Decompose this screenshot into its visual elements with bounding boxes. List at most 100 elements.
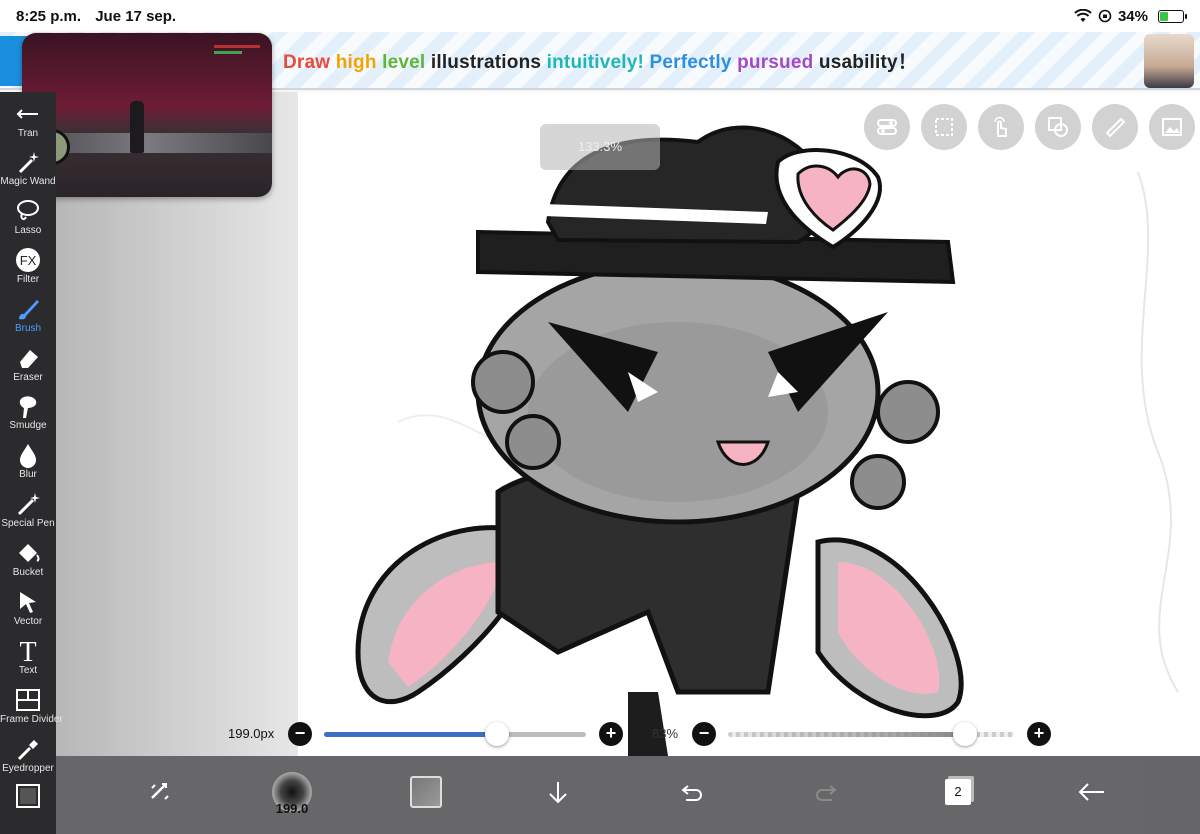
image-button[interactable] xyxy=(1149,104,1195,150)
tool-lasso[interactable]: Lasso xyxy=(0,197,56,245)
game-hud xyxy=(214,41,260,61)
tool-blur[interactable]: Blur xyxy=(0,441,56,489)
banner-segment: illustrations xyxy=(430,51,547,73)
opacity-increase-button[interactable]: + xyxy=(1027,722,1051,746)
zoom-level-overlay: 133.3% xyxy=(540,124,660,170)
tool-label: Text xyxy=(18,665,38,676)
banner-segment: intuitively! xyxy=(546,51,650,73)
swap-icon xyxy=(151,783,169,800)
tool-label: Eyedropper xyxy=(2,763,54,774)
tool-label: Filter xyxy=(16,274,40,285)
tool-filter[interactable]: FX Filter xyxy=(0,246,56,294)
toggle-icon xyxy=(877,119,897,135)
selection-button[interactable] xyxy=(921,104,967,150)
ruler-button[interactable] xyxy=(1092,104,1138,150)
banner-headline: Draw high level illustrations intuitivel… xyxy=(283,47,917,74)
color-swatch xyxy=(410,776,442,808)
tool-vector[interactable]: Vector xyxy=(0,588,56,636)
banner-segment: usability！ xyxy=(818,51,917,73)
tool-bucket[interactable]: Bucket xyxy=(0,539,56,587)
undo-icon xyxy=(681,785,702,801)
toggle-button[interactable] xyxy=(864,104,910,150)
tool-label: Blur xyxy=(19,469,37,480)
bucket-icon xyxy=(19,544,40,562)
tool-label: Bucket xyxy=(12,567,44,578)
swap-tools-button[interactable] xyxy=(136,768,184,816)
redo-icon xyxy=(816,785,837,801)
banner-character-image xyxy=(1144,34,1194,88)
fx-icon: FX xyxy=(16,248,40,272)
tool-text[interactable]: T Text xyxy=(0,637,56,685)
svg-text:T: T xyxy=(19,637,36,665)
layer-count: 2 xyxy=(945,779,971,805)
tool-smudge[interactable]: Smudge xyxy=(0,392,56,440)
shapes-button[interactable] xyxy=(1035,104,1081,150)
tool-label: Smudge xyxy=(9,420,47,431)
tool-label: Lasso xyxy=(14,225,42,236)
tool-label: Brush xyxy=(14,323,42,334)
tool-label: Magic Wand xyxy=(0,176,56,187)
touch-button[interactable] xyxy=(978,104,1024,150)
special-pen-icon xyxy=(17,493,40,516)
bottom-action-bar: 199.0 2 xyxy=(56,756,1200,834)
opacity-slider-thumb[interactable] xyxy=(953,722,978,746)
brush-icon xyxy=(19,300,39,320)
text-icon: T xyxy=(19,637,36,665)
color-button[interactable] xyxy=(402,768,450,816)
tool-label: Tran xyxy=(17,128,39,139)
banner-segment: Perfectly xyxy=(649,51,738,73)
drawing-canvas[interactable] xyxy=(298,92,1200,756)
tool-brush[interactable]: Brush xyxy=(0,295,56,343)
ruler-icon xyxy=(1105,117,1126,138)
layers-button[interactable]: 2 xyxy=(934,768,982,816)
tool-label: Vector xyxy=(13,616,43,627)
size-increase-button[interactable]: + xyxy=(599,722,623,746)
back-arrow-icon xyxy=(1078,783,1104,801)
image-icon xyxy=(1162,118,1182,136)
size-decrease-button[interactable]: − xyxy=(288,722,312,746)
size-slider-fill xyxy=(324,732,497,737)
brush-slider-row: 199.0px − + 83% − + xyxy=(0,718,1200,750)
tool-special-pen[interactable]: Special Pen xyxy=(0,490,56,538)
size-slider-thumb[interactable] xyxy=(484,722,509,746)
shapes-icon xyxy=(1048,117,1068,137)
magic-wand-icon xyxy=(18,152,39,174)
tool-label: Special Pen xyxy=(1,518,55,529)
opacity-decrease-button[interactable]: − xyxy=(692,722,716,746)
banner-segment: Draw xyxy=(282,51,336,73)
brush-size-button[interactable]: 199.0 xyxy=(268,768,316,816)
status-bar: 8:25 p.m. Jue 17 sep. 34% xyxy=(0,0,1200,32)
touch-icon xyxy=(994,116,1007,137)
brush-size-label: 199.0px xyxy=(228,726,275,741)
tool-magic-wand[interactable]: Magic Wand xyxy=(0,148,56,196)
svg-text:FX: FX xyxy=(20,253,37,268)
tool-tran[interactable]: Tran xyxy=(0,100,56,148)
smudge-icon xyxy=(19,396,37,418)
battery-charging-icon xyxy=(1158,9,1187,23)
tool-eraser[interactable]: Eraser xyxy=(0,344,56,392)
tool-canvas[interactable] xyxy=(0,782,56,830)
wifi-icon xyxy=(1074,9,1092,22)
back-button[interactable] xyxy=(1068,768,1116,816)
picture-in-picture-video[interactable] xyxy=(22,33,272,197)
game-character xyxy=(130,101,144,153)
opacity-slider-fill xyxy=(728,732,966,737)
battery-percent: 34% xyxy=(1117,7,1148,25)
download-button[interactable] xyxy=(534,768,582,816)
status-time: 8:25 p.m. xyxy=(16,7,82,25)
rotation-lock-icon xyxy=(1098,9,1112,23)
transform-icon xyxy=(16,109,38,119)
redo-button[interactable] xyxy=(802,768,850,816)
down-arrow-icon xyxy=(549,782,567,804)
status-date: Jue 17 sep. xyxy=(95,7,177,25)
opacity-label: 83% xyxy=(652,726,679,741)
banner-segment: high xyxy=(335,51,383,73)
tool-label: Eraser xyxy=(13,372,43,383)
banner-segment: level xyxy=(382,51,431,73)
banner-segment: pursued xyxy=(737,51,819,73)
canvas-icon xyxy=(16,784,40,808)
selection-icon xyxy=(935,118,953,136)
vector-arrow-icon xyxy=(20,592,36,613)
brush-size-value: 199.0 xyxy=(275,801,309,816)
undo-button[interactable] xyxy=(668,768,716,816)
